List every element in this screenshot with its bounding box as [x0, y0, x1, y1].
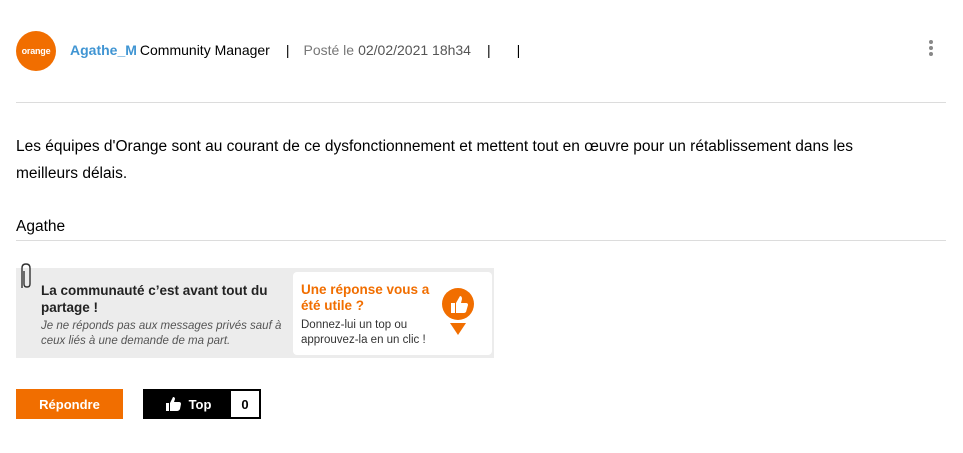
author-role: Community Manager — [139, 42, 270, 58]
header-divider — [16, 102, 946, 103]
posted-date: 02/02/2021 18h34 — [358, 42, 471, 58]
thumbs-up-icon — [442, 288, 474, 335]
avatar-logo-text: orange — [21, 46, 51, 56]
banner-left: La communauté c’est avant tout du partag… — [41, 282, 296, 349]
top-vote-widget: Top 0 — [143, 389, 261, 419]
signature-banner: La communauté c’est avant tout du partag… — [16, 263, 494, 358]
signature-divider — [16, 240, 946, 241]
meta-separator: | — [285, 42, 290, 58]
post-body: Les équipes d'Orange sont au courant de … — [16, 138, 854, 182]
banner-right: Une réponse vous a été utile ? Donnez-lu… — [293, 272, 492, 355]
author-link[interactable]: Agathe_M — [70, 42, 137, 58]
paperclip-icon — [21, 263, 31, 288]
post-signature: Agathe — [16, 218, 66, 235]
top-button[interactable]: Top — [145, 391, 231, 417]
top-count: 0 — [231, 391, 259, 417]
top-button-label: Top — [188, 396, 212, 412]
banner-left-title: La communauté c’est avant tout du partag… — [41, 283, 268, 315]
banner-right-title: Une réponse vous a été utile ? — [301, 282, 430, 313]
meta-separator: | — [486, 42, 491, 58]
post-header: orange Agathe_M Community Manager | Post… — [16, 31, 946, 75]
post-meta: Agathe_M Community Manager | Posté le 02… — [70, 42, 534, 58]
banner-right-subtitle: Donnez-lui un top ou approuvez-la en un … — [301, 319, 426, 346]
posted-label: Posté le — [303, 42, 355, 58]
meta-separator: | — [516, 42, 521, 58]
reply-button[interactable]: Répondre — [16, 389, 123, 419]
banner-left-subtitle: Je ne réponds pas aux messages privés sa… — [41, 320, 282, 347]
more-options-icon[interactable] — [926, 40, 936, 56]
author-avatar[interactable]: orange — [16, 31, 56, 71]
thumbs-up-icon — [165, 397, 181, 411]
